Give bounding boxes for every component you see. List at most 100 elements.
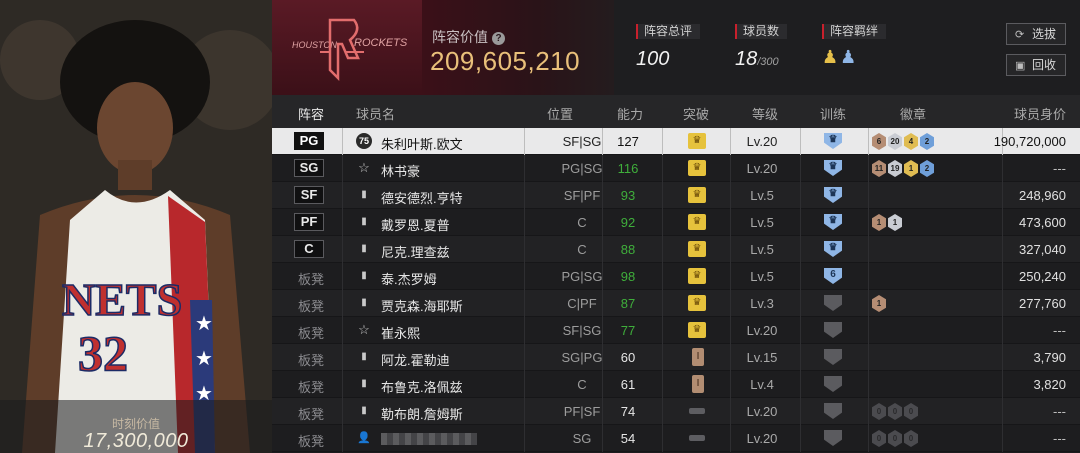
player-portrait: ★ ★ ★ NETS 32 时刻价值 17,300,000 [0, 0, 272, 453]
stat-overall-label: 阵容总评 [636, 24, 701, 39]
player-illustration: ★ ★ ★ NETS 32 [0, 0, 272, 453]
col-breakthrough[interactable]: 突破 [683, 104, 709, 123]
table-row[interactable]: PF ▮ 戴罗恩.夏普 C 92 ♛ Lv.5 ♛ 1 1 473,600 [272, 209, 1080, 236]
badge-dim-icon: 0 [904, 430, 918, 447]
crown-icon[interactable]: ♛ [688, 187, 706, 203]
recycle-button[interactable]: ▣ 回收 [1006, 54, 1066, 76]
table-header: 阵容 球员名 位置 能力 突破 等级 训练 徽章 球员身价 [272, 95, 1080, 128]
player-level: Lv.15 [746, 350, 778, 365]
col-name[interactable]: 球员名 [356, 104, 395, 123]
col-position[interactable]: 位置 [547, 104, 573, 123]
training-6-icon[interactable]: 6 [824, 268, 842, 284]
column-divider [524, 344, 525, 371]
badge-group[interactable]: 1 [872, 295, 888, 313]
player-name[interactable]: 林书豪 [381, 161, 420, 180]
training-empty-icon[interactable] [824, 322, 842, 338]
col-ability[interactable]: 能力 [617, 104, 643, 123]
slot-bench-label: 板凳 [298, 272, 325, 287]
player-name-blurred[interactable] [381, 431, 477, 448]
player-name[interactable]: 泰.杰罗姆 [381, 269, 437, 288]
logo-text-right: ROCKETS [354, 37, 408, 49]
bond-people-icon-2[interactable]: ♟ [840, 47, 858, 67]
breakthrough-1-icon[interactable]: I [692, 375, 704, 393]
column-divider [800, 317, 801, 344]
table-row[interactable]: 板凳 ▮ 阿龙.霍勒迪 SG|PG 60 I Lv.15 3,790 [272, 344, 1080, 371]
column-divider [730, 209, 731, 236]
training-empty-icon[interactable] [824, 403, 842, 419]
breakthrough-empty-icon[interactable] [689, 408, 705, 414]
player-name[interactable]: 勒布朗.詹姆斯 [381, 404, 463, 423]
training-crown-icon[interactable]: ♛ [824, 241, 842, 257]
player-name[interactable]: 贾克森.海耶斯 [381, 296, 463, 315]
signal-bars-icon: ▮ [361, 270, 367, 281]
crown-icon[interactable]: ♛ [688, 133, 706, 149]
player-ability: 93 [620, 188, 636, 203]
help-icon[interactable]: ? [492, 32, 505, 45]
player-name[interactable]: 布鲁克.洛佩兹 [381, 377, 463, 396]
col-lineup[interactable]: 阵容 [298, 104, 324, 123]
player-level: Lv.4 [750, 377, 774, 392]
training-empty-icon[interactable] [824, 376, 842, 392]
player-name[interactable]: 德安德烈.亨特 [381, 188, 463, 207]
training-crown-icon[interactable]: ♛ [824, 214, 842, 230]
bond-people-icon[interactable]: ♟ [822, 47, 840, 67]
player-ability: 127 [617, 134, 639, 149]
column-divider [730, 155, 731, 182]
crown-icon[interactable]: ♛ [688, 214, 706, 230]
table-row[interactable]: PG 75 朱利叶斯.欧文 SF|SG 127 ♛ Lv.20 ♛ 6 20 4 2 190,720,0… [272, 128, 1080, 155]
player-worth: --- [1053, 431, 1066, 446]
player-name[interactable]: 阿龙.霍勒迪 [381, 350, 450, 369]
badge-group[interactable]: 000 [872, 430, 920, 448]
table-row[interactable]: 板凳 ▮ 布鲁克.洛佩兹 C 61 I Lv.4 3,820 [272, 371, 1080, 398]
column-divider [1002, 182, 1003, 209]
training-empty-icon[interactable] [824, 349, 842, 365]
select-button[interactable]: ⟳ 选拔 [1006, 23, 1066, 45]
badge-group[interactable]: 11 [872, 214, 904, 232]
table-row[interactable]: 板凳 ▮ 泰.杰罗姆 PG|SG 98 ♛ Lv.5 6 250,240 [272, 263, 1080, 290]
column-divider [662, 182, 663, 209]
badge-group[interactable]: 11 19 1 2 [872, 160, 936, 178]
table-row[interactable]: 板凳 ▮ 贾克森.海耶斯 C|PF 87 ♛ Lv.3 1 277,760 [272, 290, 1080, 317]
table-row[interactable]: SG ☆ 林书豪 PG|SG 116 ♛ Lv.20 ♛ 11 19 1 2 --- [272, 155, 1080, 182]
player-ability: 74 [620, 404, 636, 419]
column-divider [868, 209, 869, 236]
training-crown-icon[interactable]: ♛ [824, 133, 842, 149]
badge-dim-icon: 0 [888, 430, 902, 447]
player-ability: 60 [620, 350, 636, 365]
crown-icon[interactable]: ♛ [688, 241, 706, 257]
table-row[interactable]: 板凳 ▮ 勒布朗.詹姆斯 PF|SF 74 Lv.20 0 0 0 --- [272, 398, 1080, 425]
crown-icon[interactable]: ♛ [688, 268, 706, 284]
badge-dim-icon: 0 [872, 430, 886, 447]
player-ability: 88 [620, 242, 636, 257]
breakthrough-1-icon[interactable]: I [692, 348, 704, 366]
slot-bench-label: 板凳 [298, 380, 325, 395]
player-name[interactable]: 朱利叶斯.欧文 [381, 134, 463, 153]
table-row[interactable]: 板凳 👤 SG 54 Lv.20 0 0 0 --- [272, 425, 1080, 452]
training-empty-icon[interactable] [824, 295, 842, 311]
crown-icon[interactable]: ♛ [688, 295, 706, 311]
player-level: Lv.5 [750, 269, 774, 284]
player-worth: 473,600 [1019, 215, 1066, 230]
col-level[interactable]: 等级 [752, 104, 778, 123]
player-name[interactable]: 尼克.理查兹 [381, 242, 450, 261]
table-row[interactable]: C ▮ 尼克.理查兹 C 88 ♛ Lv.5 ♛ 327,040 [272, 236, 1080, 263]
training-empty-icon[interactable] [824, 430, 842, 446]
table-row[interactable]: 板凳 ☆ 崔永熙 SF|SG 77 ♛ Lv.20 --- [272, 317, 1080, 344]
training-crown-icon[interactable]: ♛ [824, 160, 842, 176]
player-worth: --- [1053, 161, 1066, 176]
training-crown-icon[interactable]: ♛ [824, 187, 842, 203]
col-training[interactable]: 训练 [820, 104, 846, 123]
player-name[interactable]: 崔永熙 [381, 323, 420, 342]
column-divider [868, 155, 869, 182]
table-row[interactable]: SF ▮ 德安德烈.亨特 SF|PF 93 ♛ Lv.5 ♛ 248,960 [272, 182, 1080, 209]
badge-group[interactable]: 000 [872, 403, 920, 421]
badge-group[interactable]: 6 20 4 2 [872, 133, 936, 151]
bond-icons[interactable]: ♟♟ [822, 47, 886, 68]
player-worth: 190,720,000 [993, 134, 1066, 149]
crown-icon[interactable]: ♛ [688, 322, 706, 338]
col-badge[interactable]: 徽章 [900, 104, 926, 123]
breakthrough-empty-icon[interactable] [689, 435, 705, 441]
crown-icon[interactable]: ♛ [688, 160, 706, 176]
col-worth[interactable]: 球员身价 [1014, 104, 1066, 123]
player-name[interactable]: 戴罗恩.夏普 [381, 215, 450, 234]
